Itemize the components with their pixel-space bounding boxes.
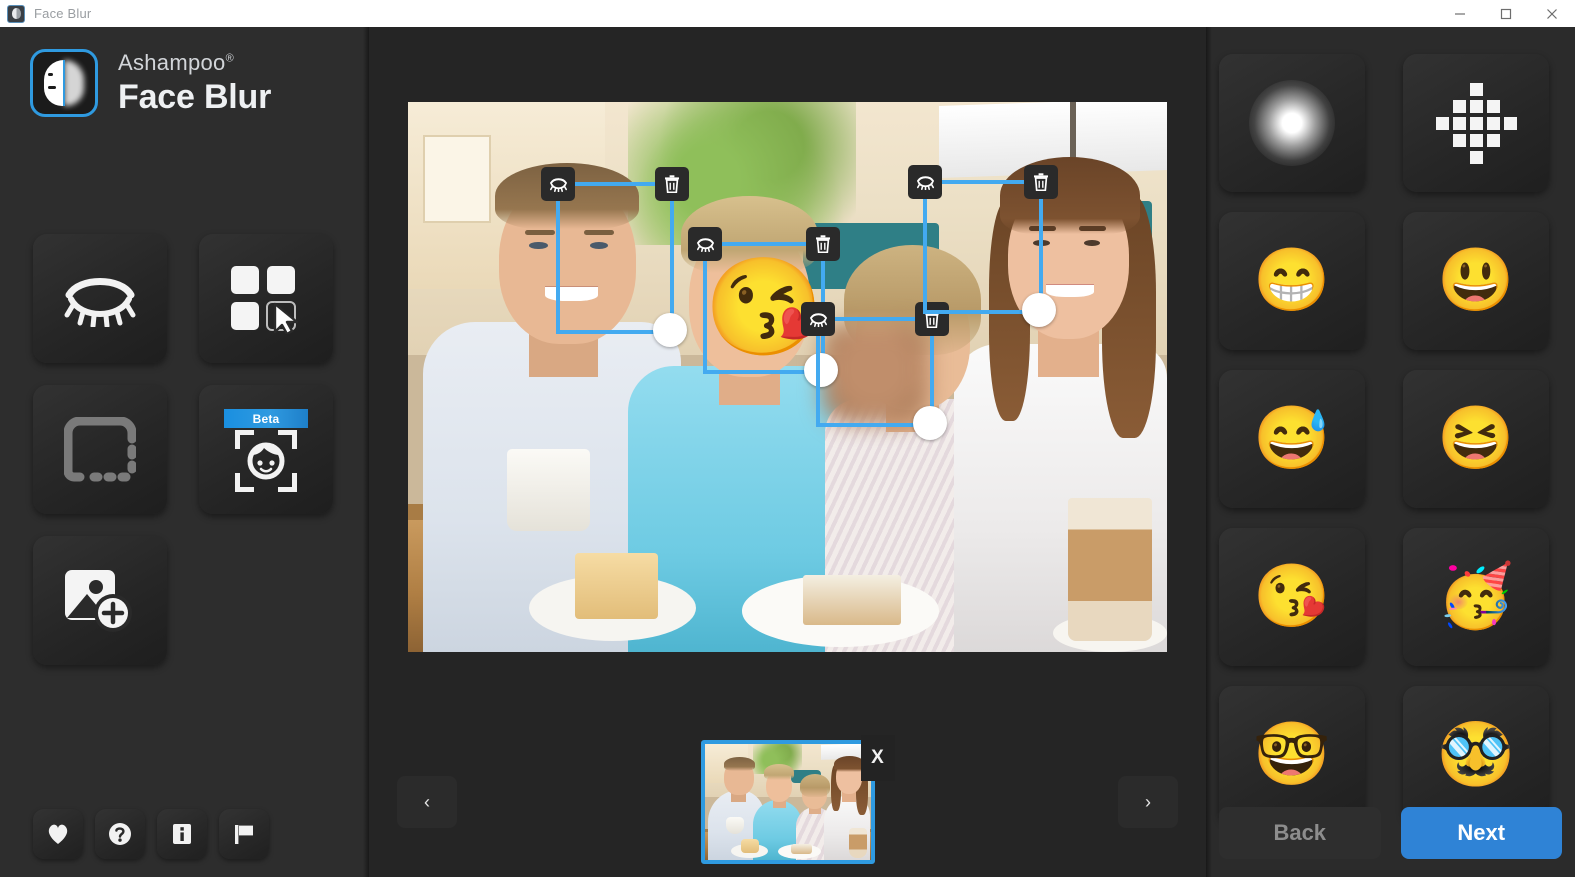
brand-company-text: Ashampoo (118, 49, 226, 75)
help-button[interactable] (95, 809, 145, 859)
window-title: Face Blur (34, 6, 92, 21)
face-resize-handle[interactable] (1022, 293, 1056, 327)
strip-next-button[interactable]: › (1118, 776, 1178, 828)
wizard-actions: Back Next (1219, 807, 1562, 859)
left-mini-button-row (33, 809, 269, 859)
flag-icon (235, 825, 253, 844)
strip-prev-button[interactable]: ‹ (397, 776, 457, 828)
effect-emoji-laugh-squint[interactable]: 😆 (1403, 370, 1549, 508)
closed-eye-icon (916, 175, 934, 190)
editor-canvas-panel: 😘 ‹ X › (369, 27, 1206, 877)
effect-emoji-sweat-grin[interactable]: 😅 (1219, 370, 1365, 508)
close-button[interactable] (1529, 0, 1575, 27)
tool-grid: Beta (33, 234, 333, 665)
heart-icon (48, 824, 68, 844)
title-bar: Face Blur (0, 0, 1575, 27)
info-icon (173, 824, 191, 844)
minimize-icon (1455, 12, 1465, 15)
effect-blur[interactable] (1219, 54, 1365, 192)
add-image-icon (65, 569, 132, 632)
closed-eye-icon (64, 277, 136, 327)
dashed-rectangle-icon (64, 416, 136, 481)
photo-wrapper[interactable]: 😘 (408, 102, 1167, 652)
face-delete-button[interactable] (1024, 165, 1058, 199)
brand-registered-mark: ® (225, 52, 234, 65)
effect-pixelate[interactable] (1403, 54, 1549, 192)
auto-face-detect-tool[interactable]: Beta (199, 385, 333, 514)
laughing-squint-emoji: 😆 (1437, 404, 1515, 473)
info-button[interactable] (157, 809, 207, 859)
face-box-girl[interactable] (801, 302, 949, 440)
thumbnail-image (704, 744, 871, 860)
effect-emoji-disguise[interactable]: 🥸 (1403, 686, 1549, 824)
next-button[interactable]: Next (1400, 807, 1562, 859)
canvas-area: 😘 (369, 27, 1206, 727)
face-delete-button[interactable] (806, 227, 840, 261)
closed-eye-icon (696, 237, 714, 252)
effect-emoji-party[interactable]: 🥳 (1403, 528, 1549, 666)
face-delete-button[interactable] (655, 167, 689, 201)
maximize-button[interactable] (1483, 0, 1529, 27)
trash-icon (816, 235, 830, 253)
face-resize-handle[interactable] (913, 406, 947, 440)
favorites-button[interactable] (33, 809, 83, 859)
effects-sidebar: 😁 😃 😅 😆 😘 🥳 🤓 🥸 Back Next (1206, 27, 1575, 877)
thumbnail-1[interactable]: X (700, 735, 895, 864)
trash-icon (1034, 173, 1048, 191)
maximize-icon (1500, 8, 1512, 19)
face-blur-toggle-button[interactable] (541, 167, 575, 201)
pixelate-icon (1435, 82, 1517, 164)
window-controls (1437, 0, 1575, 27)
effect-emoji-nerd[interactable]: 🤓 (1219, 686, 1365, 824)
trash-icon (665, 175, 679, 193)
app-shell: Ashampoo® Face Blur Beta 😘 ‹ X › 😁 😃 😅 😆… (0, 27, 1575, 877)
kiss-heart-emoji: 😘 (1253, 562, 1331, 631)
feedback-button[interactable] (219, 809, 269, 859)
brand-product: Face Blur (118, 77, 272, 116)
effect-emoji-smile-open[interactable]: 😃 (1403, 212, 1549, 350)
beta-badge: Beta (224, 409, 308, 428)
four-squares-cursor-icon (231, 265, 299, 334)
brand-company: Ashampoo® (118, 50, 271, 76)
face-box-father[interactable] (541, 167, 689, 347)
soft-blur-icon (1249, 80, 1335, 166)
closed-eye-icon (809, 312, 827, 327)
back-button[interactable]: Back (1219, 807, 1381, 859)
closed-eye-icon (549, 177, 567, 192)
face-box-mother[interactable] (908, 165, 1058, 327)
free-selection-tool[interactable] (33, 385, 167, 514)
nerd-face-emoji: 🤓 (1253, 720, 1331, 789)
face-blur-toggle-button[interactable] (908, 165, 942, 199)
sweat-grin-emoji: 😅 (1253, 404, 1331, 473)
left-sidebar: Ashampoo® Face Blur Beta (0, 27, 369, 877)
select-areas-tool[interactable] (199, 234, 333, 363)
effect-emoji-grin[interactable]: 😁 (1219, 212, 1365, 350)
face-scan-icon (235, 429, 297, 492)
face-resize-handle[interactable] (653, 313, 687, 347)
face-blur-toggle-button[interactable] (801, 302, 835, 336)
minimize-button[interactable] (1437, 0, 1483, 27)
thumbnail-strip: ‹ X › (369, 727, 1206, 877)
effect-emoji-kiss-heart[interactable]: 😘 (1219, 528, 1365, 666)
app-face-icon (7, 4, 25, 23)
disguised-face-emoji: 🥸 (1437, 720, 1515, 789)
thumbnail-remove-button[interactable]: X (860, 735, 895, 781)
face-blur-toggle-button[interactable] (688, 227, 722, 261)
add-image-tool[interactable] (33, 536, 167, 665)
app-logo-icon (30, 49, 98, 117)
grinning-open-emoji: 😃 (1437, 246, 1515, 315)
brand-header: Ashampoo® Face Blur (0, 27, 369, 117)
question-circle-icon (109, 823, 131, 845)
effects-grid: 😁 😃 😅 😆 😘 🥳 🤓 🥸 (1219, 54, 1562, 824)
grinning-squint-emoji: 😁 (1253, 246, 1331, 315)
close-icon (1547, 8, 1557, 19)
manual-blur-tool[interactable] (33, 234, 167, 363)
party-face-emoji: 🥳 (1437, 562, 1515, 631)
